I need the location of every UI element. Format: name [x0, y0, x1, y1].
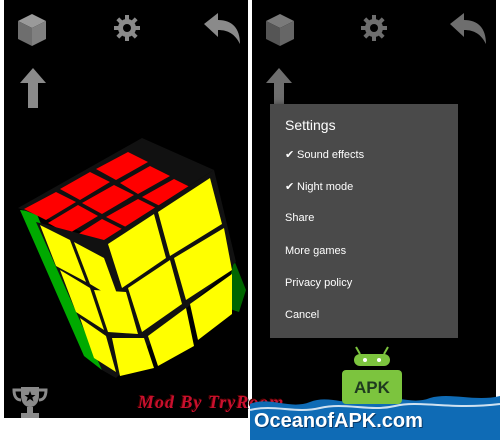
menu-item-share[interactable]: Share	[285, 212, 314, 224]
gear-icon[interactable]	[113, 14, 141, 42]
menu-item-night-mode[interactable]: ✔ Night mode	[285, 180, 353, 193]
android-apk-logo	[342, 346, 402, 404]
trophy-icon[interactable]	[12, 385, 48, 418]
undo-icon[interactable]	[448, 12, 488, 46]
gear-icon[interactable]	[360, 14, 388, 42]
menu-item-more-games[interactable]: More games	[285, 245, 346, 257]
menu-item-cancel[interactable]: Cancel	[285, 309, 319, 321]
settings-menu-title: Settings	[285, 117, 336, 133]
ocean-of-apk-logo-text: OceanofAPK.com	[254, 410, 423, 432]
menu-item-label: Sound effects	[297, 149, 365, 161]
cube-icon[interactable]	[264, 12, 296, 48]
apk-badge-text: APK	[354, 378, 390, 397]
up-arrow-icon[interactable]	[20, 68, 46, 108]
menu-item-privacy-policy[interactable]: Privacy policy	[285, 277, 352, 289]
undo-icon[interactable]	[202, 12, 242, 46]
rubiks-cube[interactable]	[14, 132, 246, 380]
check-icon: ✔	[285, 181, 295, 193]
check-icon: ✔	[285, 149, 295, 161]
menu-item-label: Night mode	[297, 181, 354, 193]
menu-item-sound-effects[interactable]: ✔ Sound effects	[285, 148, 364, 161]
game-screen-left	[4, 0, 248, 418]
settings-menu: Settings ✔ Sound effects ✔ Night mode Shar…	[270, 104, 458, 338]
up-arrow-icon[interactable]	[266, 68, 292, 108]
cube-icon[interactable]	[16, 12, 48, 48]
